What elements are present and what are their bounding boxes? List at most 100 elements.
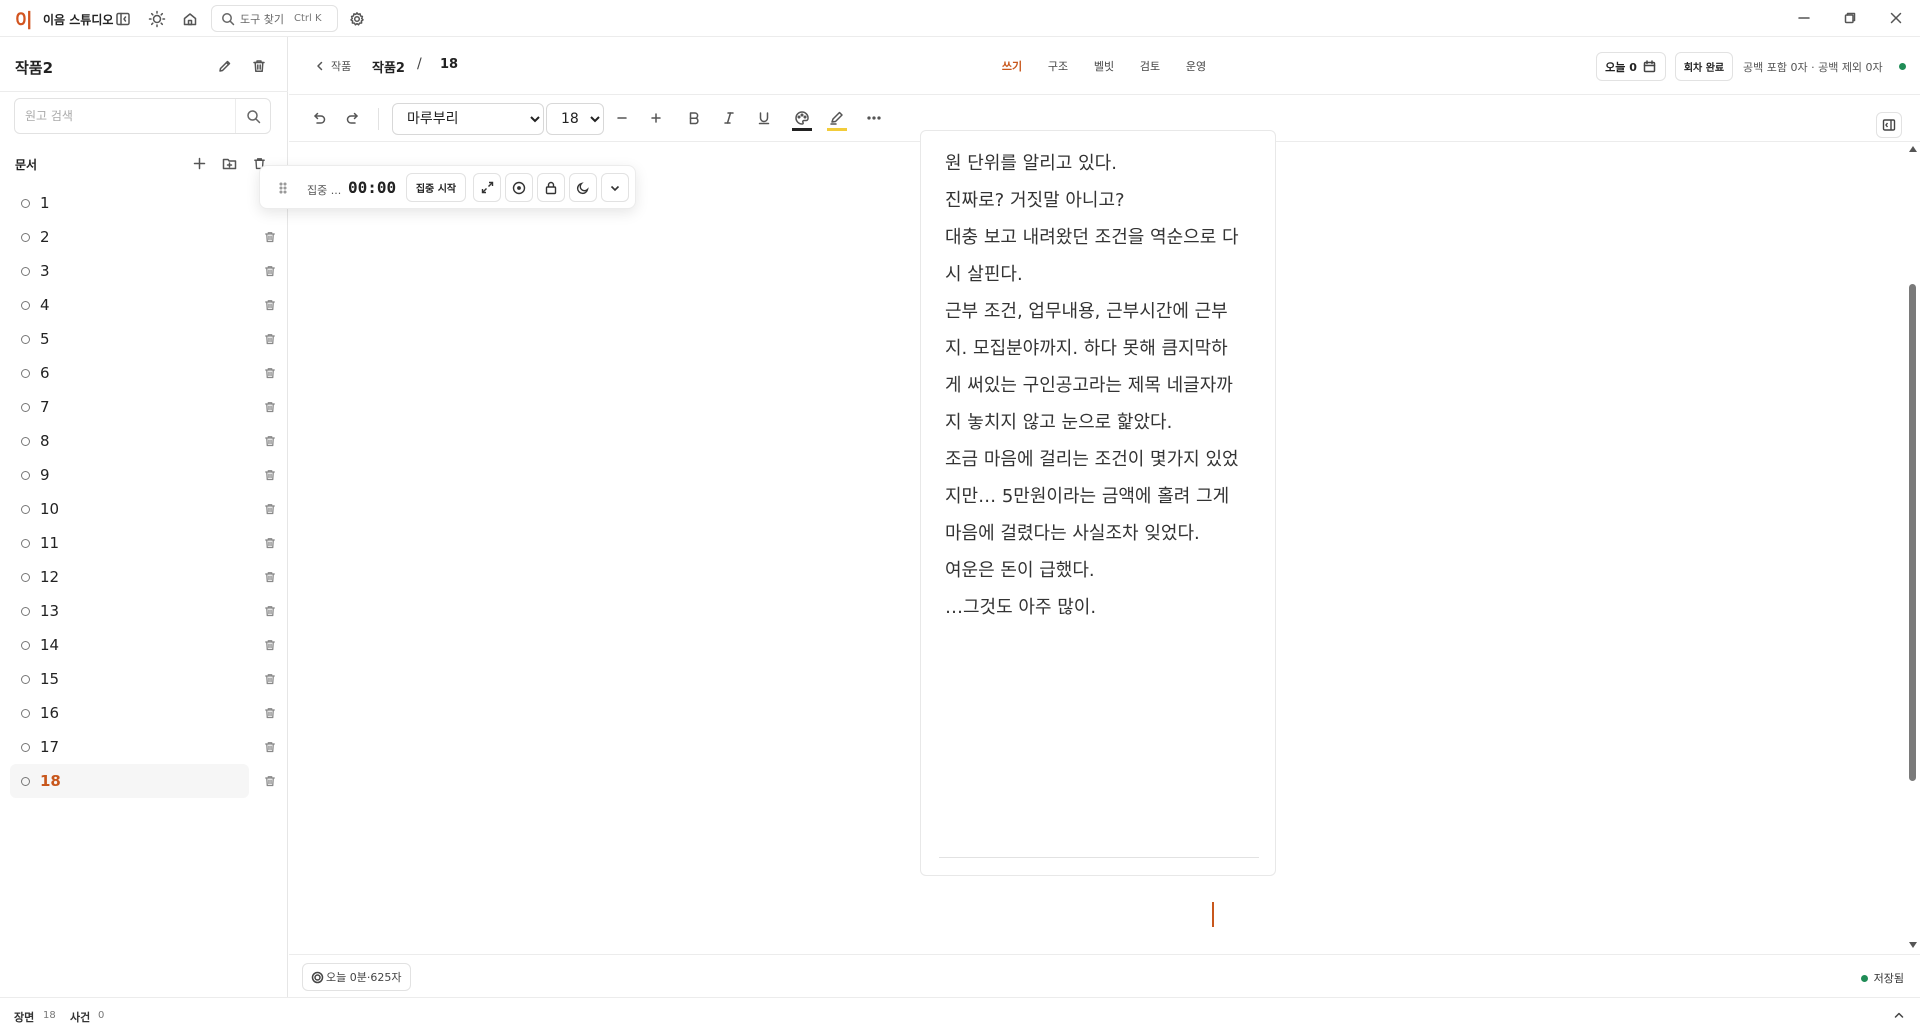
sidebar-toggle-icon[interactable] xyxy=(113,9,133,29)
delete-doc-trash-icon[interactable] xyxy=(262,467,278,483)
doc-status-circle-icon xyxy=(21,776,30,786)
delete-doc-trash-icon[interactable] xyxy=(262,433,278,449)
search-icon[interactable] xyxy=(244,107,262,125)
font-size-select[interactable]: 18 xyxy=(546,103,604,135)
theme-sun-icon[interactable] xyxy=(147,9,167,29)
focus-label: 집중 ... xyxy=(307,184,342,197)
delete-doc-trash-icon[interactable] xyxy=(262,739,278,755)
draft-search-input[interactable] xyxy=(15,109,235,123)
focus-start-button[interactable]: 집중 시작 xyxy=(406,173,466,202)
settings-gear-icon[interactable] xyxy=(347,9,367,29)
delete-project-trash-icon[interactable] xyxy=(250,57,268,75)
delete-doc-trash-icon[interactable] xyxy=(262,603,278,619)
close-icon[interactable] xyxy=(1888,10,1904,26)
today-button[interactable]: 오늘 0 xyxy=(1596,52,1666,81)
lock-icon[interactable] xyxy=(537,173,565,202)
breadcrumb-project[interactable]: 작품2 xyxy=(372,57,405,76)
doc-item[interactable]: 3 xyxy=(10,254,280,288)
target-goal-icon[interactable] xyxy=(505,173,533,202)
back-button[interactable]: 작품 xyxy=(313,58,351,74)
doc-item[interactable]: 8 xyxy=(10,424,280,458)
breadcrumb-doc: 18 xyxy=(440,57,459,72)
bold-icon[interactable] xyxy=(684,108,704,128)
doc-item[interactable]: 16 xyxy=(10,696,280,730)
minimize-icon[interactable] xyxy=(1796,10,1812,26)
tab-structure[interactable]: 구조 xyxy=(1035,58,1081,74)
increase-size-plus-icon[interactable] xyxy=(646,108,666,128)
focus-timer: 00:00 xyxy=(348,178,397,197)
delete-doc-trash-icon[interactable] xyxy=(262,705,278,721)
manuscript-line: …그것도 아주 많이. xyxy=(945,597,1097,618)
highlight-marker-icon[interactable] xyxy=(827,108,847,128)
expand-icon[interactable] xyxy=(473,173,501,202)
doc-item[interactable]: 18 xyxy=(10,764,275,798)
doc-item[interactable]: 9 xyxy=(10,458,280,492)
doc-item[interactable]: 15 xyxy=(10,662,280,696)
restore-icon[interactable] xyxy=(1842,10,1858,26)
doc-item-label: 5 xyxy=(40,330,50,348)
delete-doc-trash-icon[interactable] xyxy=(262,229,278,245)
manuscript-page[interactable]: 원 단위를 알리고 있다. 진짜로? 거짓말 아니고? 대충 보고 내려왔던 조건을… xyxy=(920,130,1276,876)
doc-item[interactable]: 14 xyxy=(10,628,280,662)
moon-icon[interactable] xyxy=(569,173,597,202)
font-family-select[interactable]: 마루부리 xyxy=(392,103,544,135)
text-color-palette-icon[interactable] xyxy=(792,108,812,128)
manuscript-line: 조금 마음에 걸리는 조건이 몇가지 있었 xyxy=(945,449,1239,470)
delete-doc-trash-icon[interactable] xyxy=(262,535,278,551)
scrollbar-thumb[interactable] xyxy=(1909,284,1916,781)
drag-handle-icon[interactable] xyxy=(278,180,288,196)
delete-doc-trash-icon[interactable] xyxy=(262,263,278,279)
delete-doc-trash-icon[interactable] xyxy=(262,569,278,585)
tab-write[interactable]: 쓰기 xyxy=(989,58,1035,74)
doc-item-label: 14 xyxy=(40,636,60,654)
doc-item[interactable]: 4 xyxy=(10,288,280,322)
tool-search-button[interactable]: 도구 찾기 Ctrl K xyxy=(211,5,338,32)
add-doc-plus-icon[interactable] xyxy=(190,154,208,172)
delete-doc-trash-icon[interactable] xyxy=(262,399,278,415)
doc-item[interactable]: 10 xyxy=(10,492,280,526)
today-stat-button[interactable]: 오늘 0분·625자 xyxy=(302,963,412,991)
editor-scrollbar[interactable] xyxy=(1907,146,1917,950)
delete-doc-trash-icon[interactable] xyxy=(262,637,278,653)
scroll-down-icon[interactable] xyxy=(1909,942,1917,948)
delete-doc-trash-icon[interactable] xyxy=(262,331,278,347)
tab-beat[interactable]: 벨빗 xyxy=(1081,58,1127,74)
redo-icon[interactable] xyxy=(343,108,363,128)
decrease-size-minus-icon[interactable] xyxy=(612,108,632,128)
doc-item[interactable]: 7 xyxy=(10,390,280,424)
manuscript-line: 여운은 돈이 급했다. xyxy=(945,560,1095,581)
manuscript-line: 근부 조건, 업무내용, 근부시간에 근부 xyxy=(945,301,1228,322)
doc-item[interactable]: 6 xyxy=(10,356,280,390)
doc-item[interactable]: 1 xyxy=(10,186,280,220)
delete-doc-trash-icon[interactable] xyxy=(262,671,278,687)
edit-pencil-icon[interactable] xyxy=(216,57,234,75)
tab-operate[interactable]: 운영 xyxy=(1173,58,1219,74)
undo-icon[interactable] xyxy=(309,108,329,128)
doc-item[interactable]: 11 xyxy=(10,526,280,560)
tab-review[interactable]: 검토 xyxy=(1127,58,1173,74)
more-options-icon[interactable] xyxy=(864,108,884,128)
home-icon[interactable] xyxy=(180,9,200,29)
chevron-up-icon[interactable] xyxy=(1892,1008,1906,1022)
chevron-down-icon[interactable] xyxy=(601,173,629,202)
italic-icon[interactable] xyxy=(719,108,739,128)
app-name: 이음 스튜디오 xyxy=(43,13,114,27)
scroll-up-icon[interactable] xyxy=(1909,146,1917,152)
episode-complete-button[interactable]: 회차 완료 xyxy=(1675,52,1733,81)
doc-item[interactable]: 13 xyxy=(10,594,280,628)
manuscript-text[interactable]: 원 단위를 알리고 있다. 진짜로? 거짓말 아니고? 대충 보고 내려왔던 조건을… xyxy=(945,145,1265,626)
delete-doc-trash-icon[interactable] xyxy=(262,365,278,381)
doc-item[interactable]: 5 xyxy=(10,322,280,356)
right-panel-toggle-icon[interactable] xyxy=(1876,112,1902,138)
doc-item[interactable]: 12 xyxy=(10,560,280,594)
delete-doc-trash-icon[interactable] xyxy=(262,501,278,517)
doc-item[interactable]: 17 xyxy=(10,730,280,764)
doc-item[interactable]: 2 xyxy=(10,220,280,254)
manuscript-line: 게 써있는 구인공고라는 제목 네글자까 xyxy=(945,375,1233,396)
delete-doc-trash-icon[interactable] xyxy=(262,297,278,313)
sidebar: 작품2 문서 123456789101112131415161718 xyxy=(0,37,288,997)
delete-doc-trash-icon[interactable] xyxy=(262,773,278,789)
doc-item-label: 10 xyxy=(40,500,60,518)
underline-icon[interactable] xyxy=(754,108,774,128)
add-folder-icon[interactable] xyxy=(220,154,238,172)
